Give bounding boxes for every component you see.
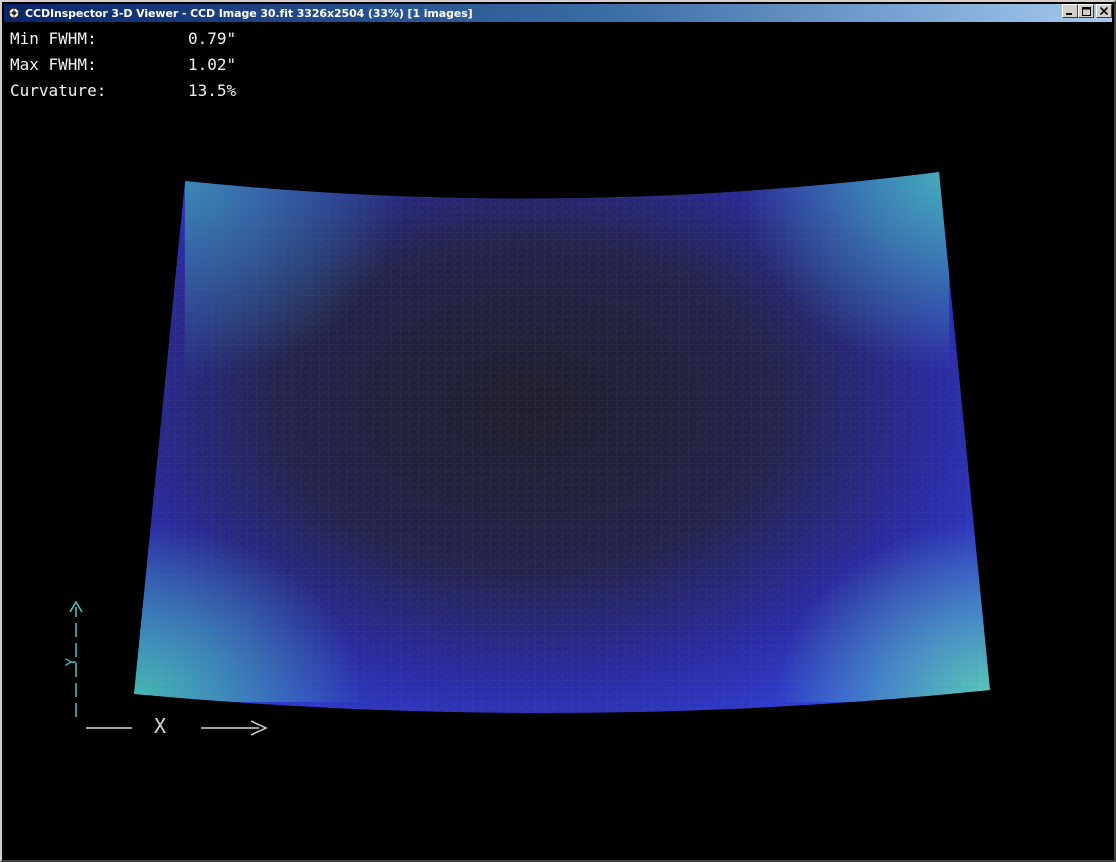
minimize-icon: [1066, 13, 1072, 15]
close-button[interactable]: [1096, 4, 1112, 18]
min-fwhm-row: Min FWHM: 0.79": [10, 26, 236, 52]
close-icon: [1100, 7, 1108, 15]
min-fwhm-label: Min FWHM:: [10, 29, 97, 48]
viewer-window: CCDInspector 3-D Viewer - CCD Image 30.f…: [0, 0, 1116, 862]
window-title: CCDInspector 3-D Viewer - CCD Image 30.f…: [25, 6, 473, 20]
min-fwhm-value: 0.79": [188, 29, 237, 48]
y-axis-label: Y: [64, 657, 81, 667]
maximize-icon: [1081, 6, 1091, 16]
3d-viewport[interactable]: Min FWHM: 0.79" Max FWHM: 1.02" Curvature:…: [4, 22, 1114, 860]
curvature-row: Curvature: 13.5%: [10, 78, 236, 104]
max-fwhm-value: 1.02": [188, 55, 237, 74]
fwhm-stats: Min FWHM: 0.79" Max FWHM: 1.02" Curvature:…: [10, 26, 236, 104]
app-icon[interactable]: [7, 6, 21, 20]
window-controls: [1062, 4, 1112, 18]
max-fwhm-row: Max FWHM: 1.02": [10, 52, 236, 78]
max-fwhm-label: Max FWHM:: [10, 55, 97, 74]
title-bar[interactable]: CCDInspector 3-D Viewer - CCD Image 30.f…: [4, 4, 1112, 22]
curvature-label: Curvature:: [10, 81, 107, 100]
curvature-surface[interactable]: [4, 22, 1114, 860]
minimize-button[interactable]: [1062, 4, 1078, 18]
maximize-button[interactable]: [1078, 4, 1094, 18]
curvature-value: 13.5%: [188, 81, 237, 100]
x-axis-label: X: [154, 714, 167, 738]
